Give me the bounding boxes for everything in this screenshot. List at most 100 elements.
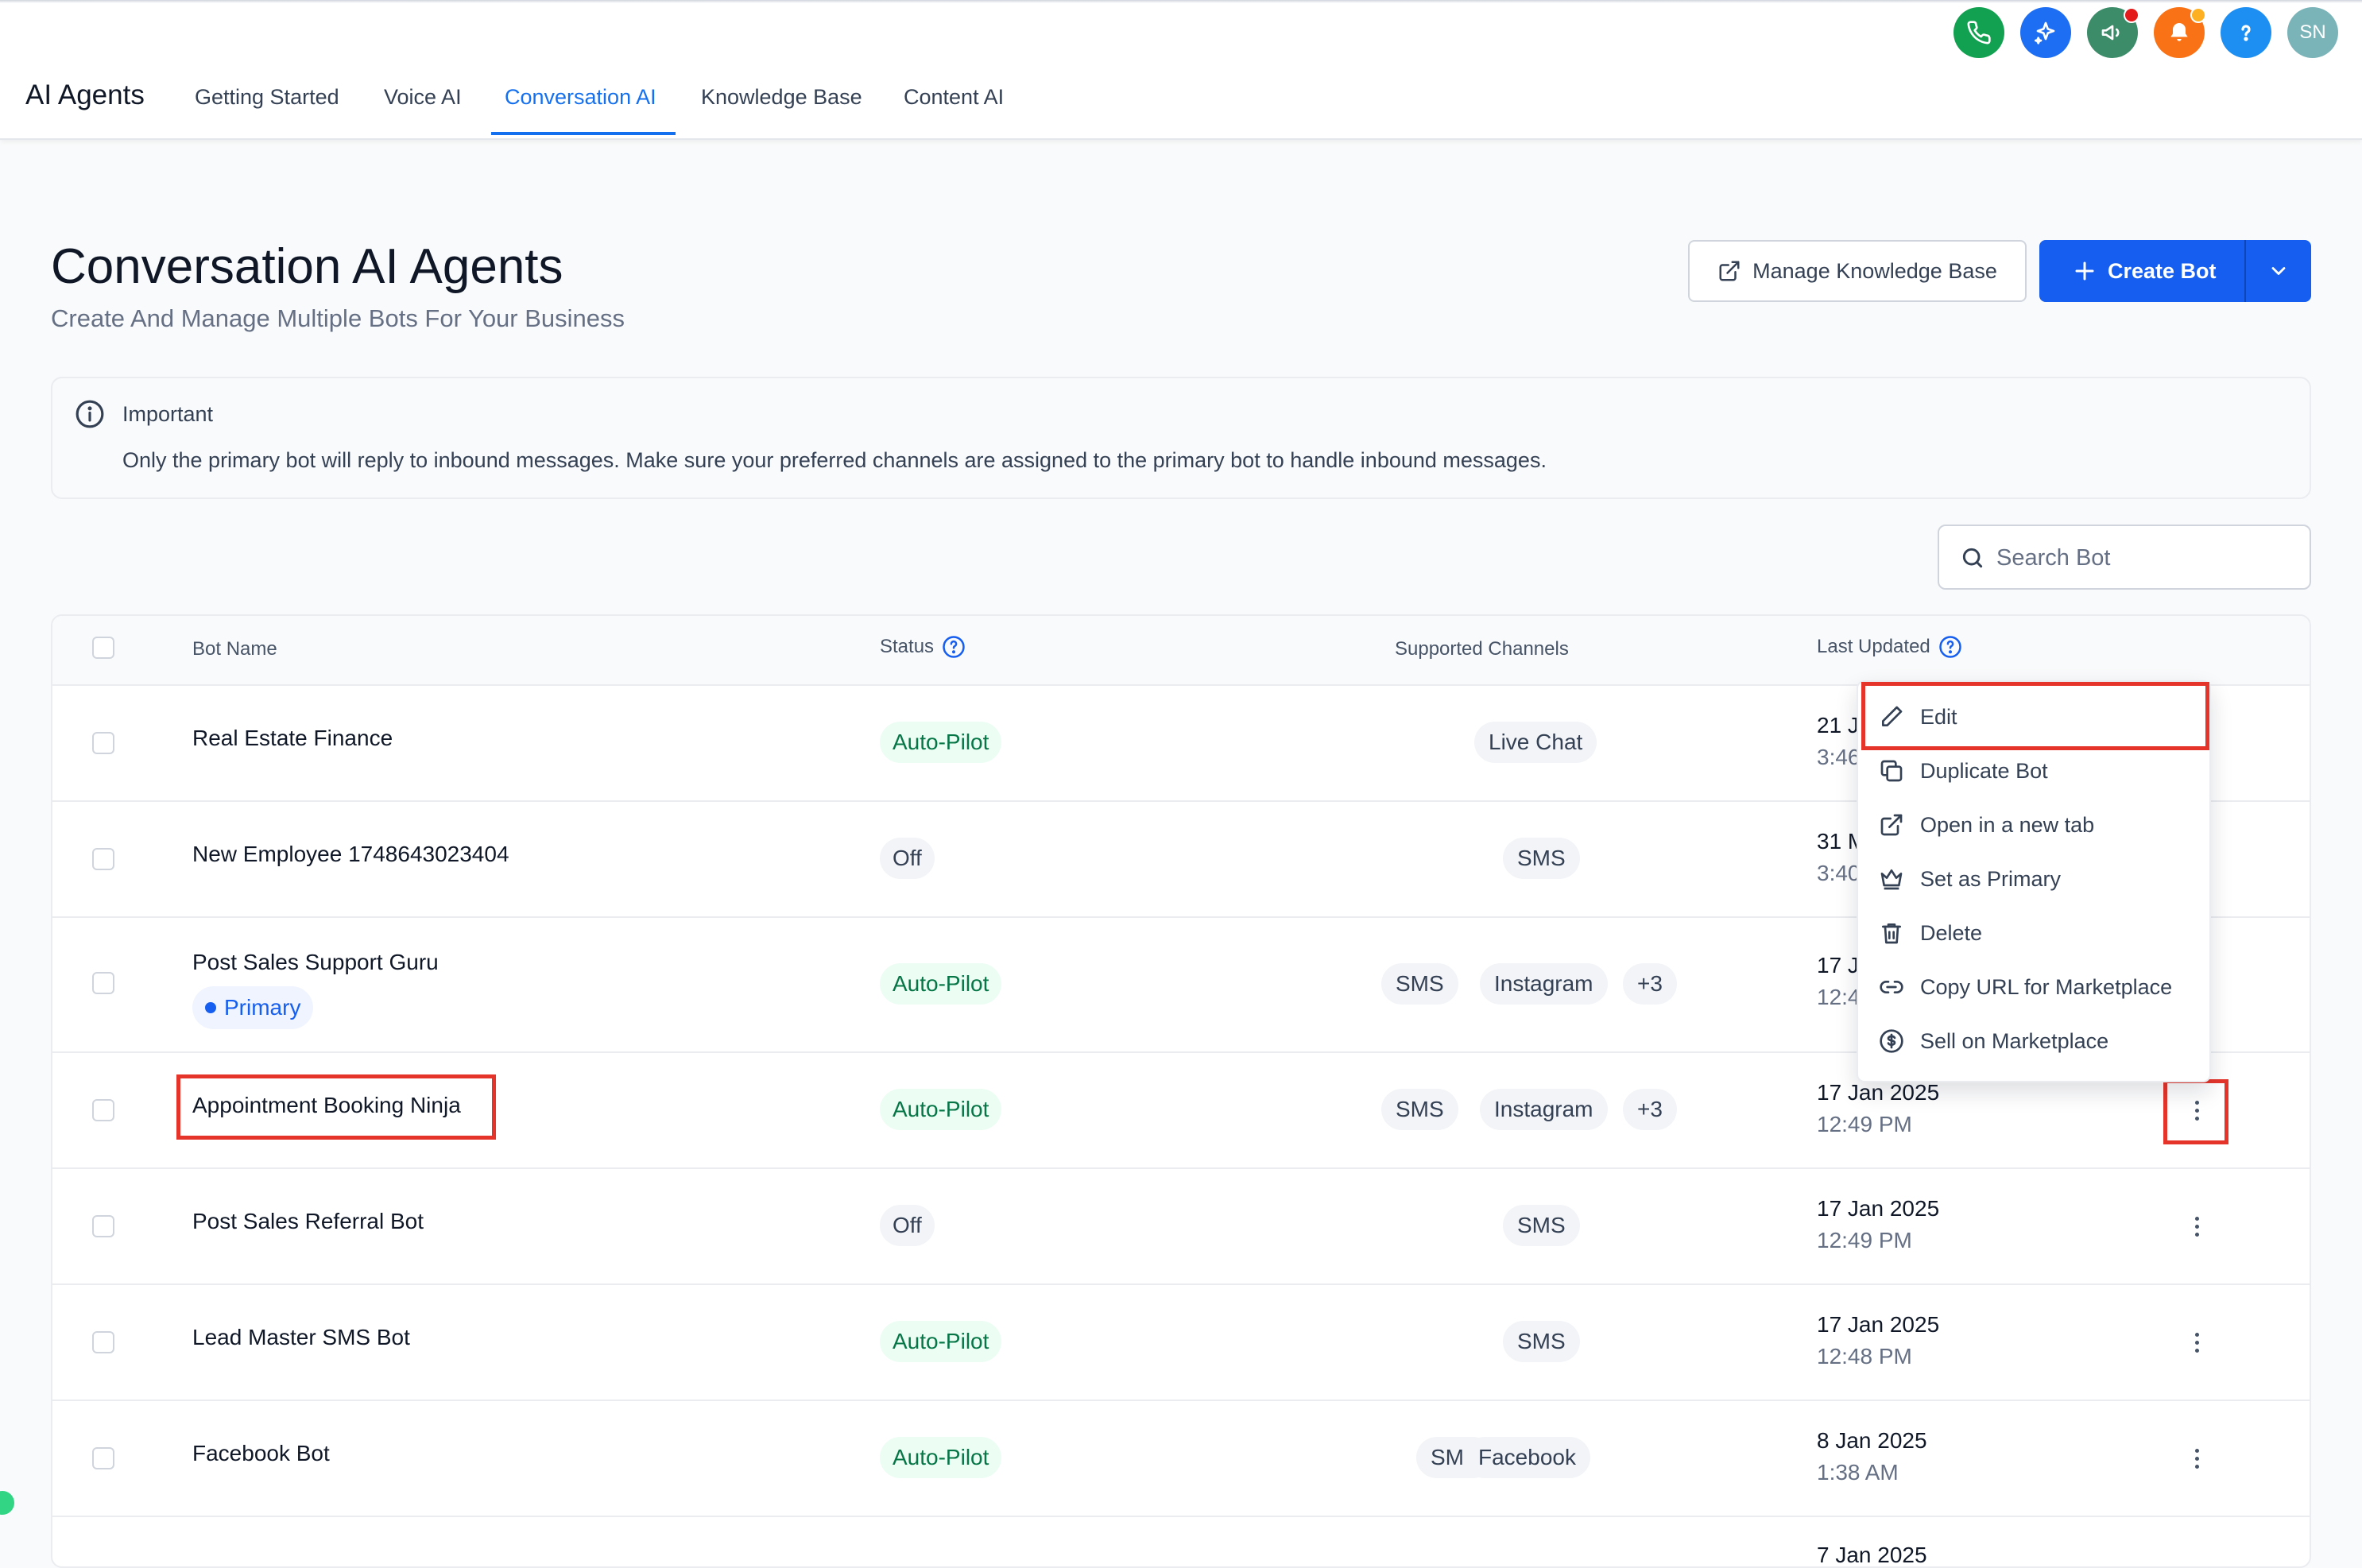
info-icon [76, 400, 104, 428]
manage-knowledge-base-label: Manage Knowledge Base [1752, 258, 1997, 283]
avatar-initials: SN [2299, 21, 2326, 43]
channel-chip: SMS [1503, 1205, 1580, 1246]
link-icon [1880, 981, 1903, 993]
dollar-circle-icon [1880, 1029, 1903, 1053]
last-updated-date: 17 Jan 2025 [1817, 1080, 1940, 1105]
search-box [1938, 525, 2311, 590]
more-channels-chip[interactable]: +3 [1623, 1089, 1677, 1130]
announcements-button[interactable] [2087, 7, 2139, 58]
create-bot-dropdown-button[interactable] [2246, 260, 2311, 282]
column-header-label: Bot Name [192, 638, 277, 660]
status-badge: Auto-Pilot [880, 1321, 1002, 1362]
row-actions-button[interactable] [2182, 1209, 2211, 1244]
menu-item-copy-url[interactable]: Copy URL for Marketplace [1879, 974, 2172, 1000]
status-indicator-dot [0, 1491, 14, 1515]
row-checkbox[interactable] [92, 848, 114, 870]
search-input[interactable] [1995, 534, 2300, 582]
ai-assistant-button[interactable] [2020, 7, 2071, 58]
menu-item-label: Duplicate Bot [1920, 758, 2048, 783]
table-row[interactable]: Facebook Bot Auto-Pilot SMS Facebook 8 J… [52, 1400, 2310, 1517]
question-circle-icon[interactable] [1938, 635, 1962, 659]
column-header-last-updated[interactable]: Last Updated [1817, 635, 1962, 659]
table-row[interactable]: Lead Master SMS Bot Auto-Pilot SMS 17 Ja… [52, 1283, 2310, 1401]
highlight-box-actions [2163, 1079, 2228, 1144]
more-channels-chip[interactable]: +3 [1623, 963, 1677, 1005]
channel-chip: Instagram [1480, 1089, 1608, 1130]
notification-dot [2190, 7, 2206, 23]
row-actions-button[interactable] [2182, 1441, 2211, 1476]
column-header-channels: Supported Channels [1395, 638, 1569, 660]
external-link-icon [1880, 814, 1903, 836]
menu-item-duplicate[interactable]: Duplicate Bot [1879, 758, 2048, 784]
primary-badge: Primary [192, 986, 314, 1029]
highlight-box-edit [1861, 682, 2209, 750]
user-avatar[interactable]: SN [2287, 7, 2338, 58]
select-all-checkbox[interactable] [92, 637, 114, 659]
tab-conversation-ai[interactable]: Conversation AI [505, 85, 656, 110]
top-shadow [0, 0, 2362, 3]
column-header-bot-name[interactable]: Bot Name [192, 638, 277, 660]
status-badge: Auto-Pilot [880, 1089, 1002, 1130]
primary-dot-icon [205, 1002, 216, 1013]
bot-name[interactable]: Real Estate Finance [192, 726, 393, 751]
create-bot-label: Create Bot [2108, 258, 2217, 283]
chevron-down-icon [2271, 267, 2286, 275]
help-icon [2241, 25, 2251, 41]
last-updated-time: 1:38 AM [1817, 1460, 1899, 1485]
page-title: Conversation AI Agents [51, 239, 563, 294]
channel-chip: SMS [1381, 1089, 1458, 1130]
highlight-box-bot-name [176, 1074, 496, 1140]
bot-name[interactable]: Lead Master SMS Bot [192, 1325, 410, 1350]
row-checkbox[interactable] [92, 1331, 114, 1353]
row-checkbox[interactable] [92, 972, 114, 994]
menu-item-open-new-tab[interactable]: Open in a new tab [1879, 812, 2094, 838]
help-button[interactable] [2221, 7, 2271, 58]
row-checkbox[interactable] [92, 1099, 114, 1121]
status-badge: Auto-Pilot [880, 1437, 1002, 1478]
phone-button[interactable] [1953, 7, 2004, 58]
channel-chip: SMS [1503, 838, 1580, 879]
search-icon [1962, 548, 1983, 568]
manage-knowledge-base-button[interactable]: Manage Knowledge Base [1688, 240, 2027, 302]
last-updated-time: 12:49 PM [1817, 1112, 1912, 1136]
question-circle-icon[interactable] [942, 635, 966, 659]
table-header: Bot Name Status Supported Channels Last … [52, 616, 2310, 686]
create-bot-split-button: Create Bot [2039, 240, 2311, 302]
alert-title: Important [122, 402, 214, 426]
last-updated-date: 17 Jan 2025 [1817, 1312, 1940, 1337]
sparkle-icon [2035, 21, 2055, 45]
bot-name[interactable]: Post Sales Support Guru [192, 950, 439, 975]
column-header-label: Status [880, 636, 935, 657]
status-badge: Auto-Pilot [880, 963, 1002, 1005]
channel-chip: SMS [1381, 963, 1458, 1005]
crown-icon [1880, 869, 1903, 890]
alert-text: Only the primary bot will reply to inbou… [122, 448, 1547, 472]
tab-getting-started[interactable]: Getting Started [195, 85, 339, 110]
table-row[interactable]: Post Sales Referral Bot Off SMS 17 Jan 2… [52, 1167, 2310, 1285]
create-bot-button[interactable]: Create Bot [2039, 259, 2244, 284]
row-checkbox[interactable] [92, 732, 114, 754]
tab-voice-ai[interactable]: Voice AI [384, 85, 462, 110]
last-updated-date: 8 Jan 2025 [1817, 1428, 1927, 1453]
row-actions-button[interactable] [2182, 1325, 2211, 1360]
tab-knowledge-base[interactable]: Knowledge Base [701, 85, 862, 110]
last-updated-time: 12:49 PM [1817, 1228, 1912, 1252]
last-updated-time: 3:46 [1817, 745, 1861, 769]
plus-icon [2075, 261, 2094, 281]
primary-label: Primary [224, 995, 301, 1020]
trash-icon [1882, 923, 1901, 944]
bot-name[interactable]: Facebook Bot [192, 1441, 330, 1466]
channel-chip: Facebook [1464, 1437, 1590, 1478]
bot-name[interactable]: Post Sales Referral Bot [192, 1209, 424, 1234]
row-checkbox[interactable] [92, 1215, 114, 1237]
channel-chip: Live Chat [1474, 722, 1597, 763]
tab-content-ai[interactable]: Content AI [904, 85, 1004, 110]
notifications-button[interactable] [2154, 7, 2206, 58]
menu-item-sell-marketplace[interactable]: Sell on Marketplace [1879, 1028, 2108, 1054]
row-checkbox[interactable] [92, 1447, 114, 1469]
menu-item-set-primary[interactable]: Set as Primary [1879, 866, 2061, 892]
channel-chip: Instagram [1480, 963, 1608, 1005]
bot-name[interactable]: New Employee 1748643023404 [192, 842, 509, 867]
menu-item-delete[interactable]: Delete [1879, 920, 1982, 946]
table-row[interactable]: 7 Jan 2025 [52, 1516, 2310, 1566]
